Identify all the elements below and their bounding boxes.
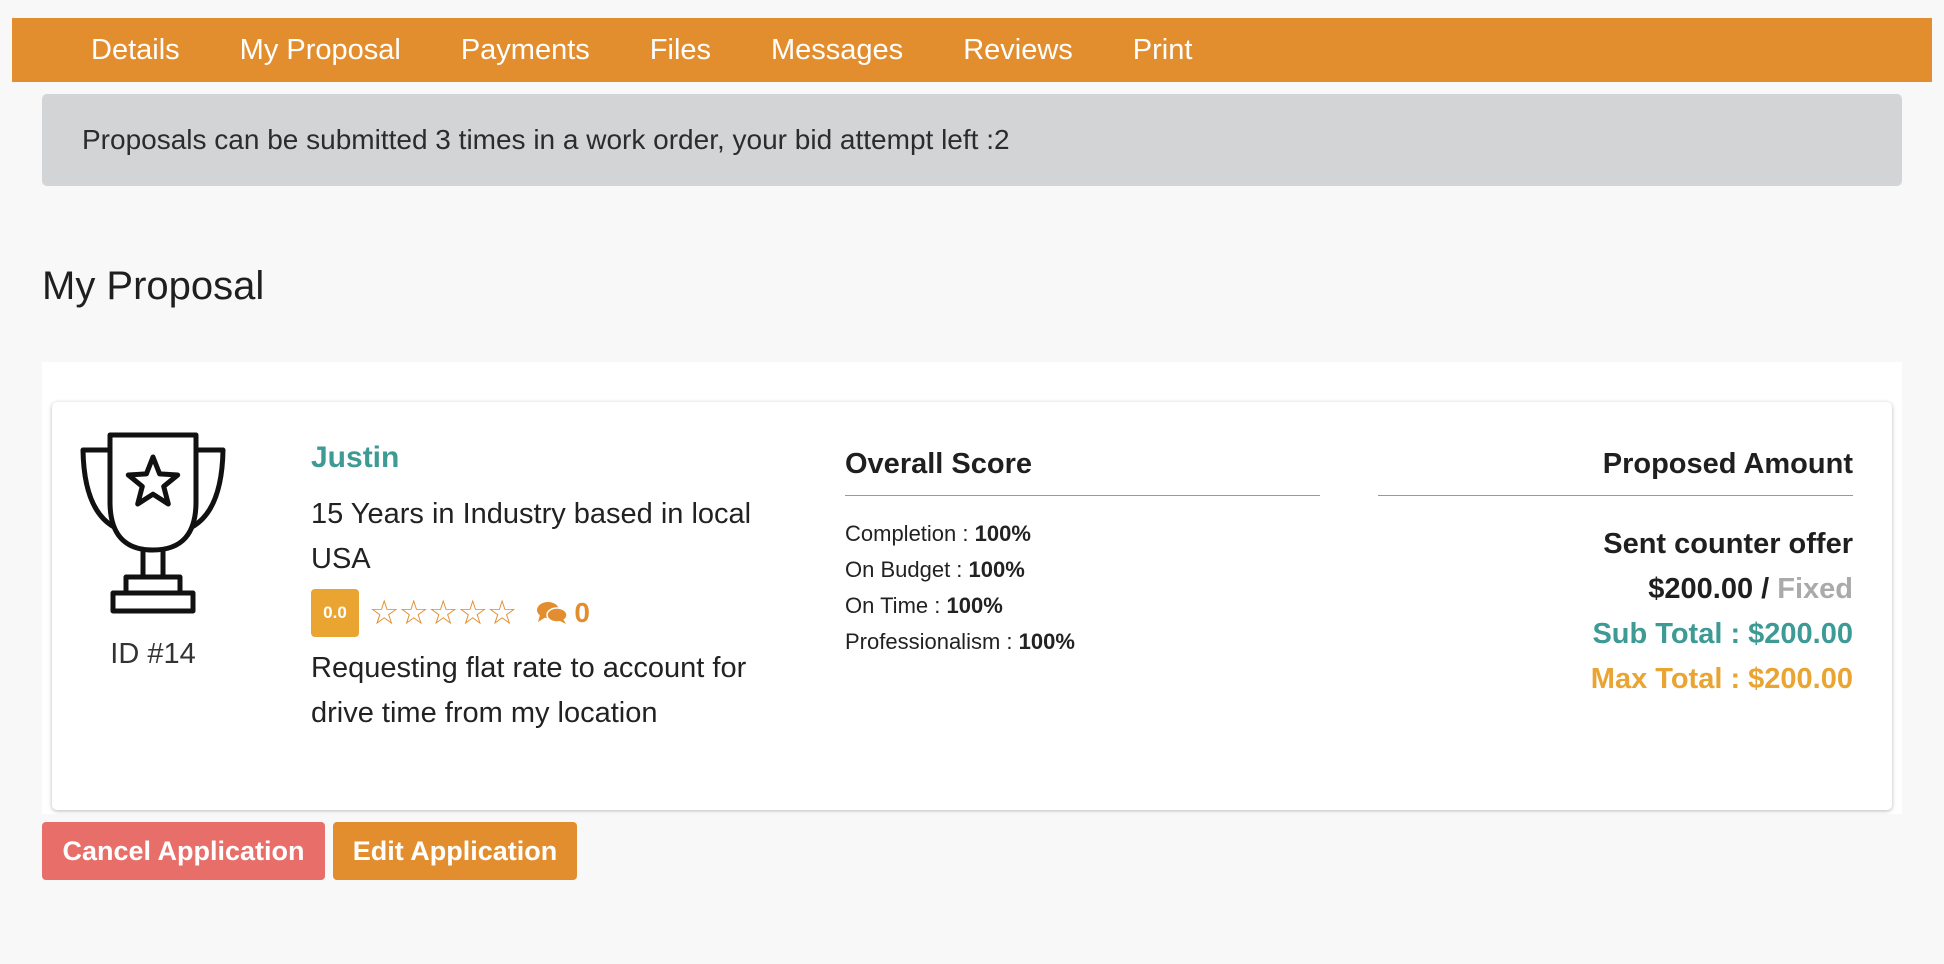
- tab-bar: Details My Proposal Payments Files Messa…: [12, 18, 1932, 82]
- tab-print[interactable]: Print: [1133, 34, 1193, 67]
- star-rating: ☆☆☆☆☆: [369, 594, 517, 632]
- overall-score-heading: Overall Score: [845, 448, 1320, 496]
- sub-total: Sub Total : $200.00: [1592, 618, 1853, 650]
- applicant-id: ID #14: [110, 638, 196, 670]
- applicant-bio: 15 Years in Industry based in local USA: [311, 498, 752, 575]
- applicant-name[interactable]: Justin: [311, 440, 791, 476]
- cancel-application-button[interactable]: Cancel Application: [42, 822, 325, 880]
- edit-application-button[interactable]: Edit Application: [333, 822, 577, 880]
- rating-row: 0.0 ☆☆☆☆☆ 0: [311, 588, 791, 638]
- tab-reviews[interactable]: Reviews: [963, 34, 1073, 67]
- proposal-card: ID #14 Justin 15 Years in Industry based…: [52, 402, 1892, 810]
- proposal-note: Requesting flat rate to account for driv…: [311, 652, 747, 729]
- trophy-icon: [80, 432, 226, 614]
- bid-attempts-notice: Proposals can be submitted 3 times in a …: [42, 94, 1902, 186]
- proposed-amount-heading: Proposed Amount: [1378, 448, 1853, 496]
- amount-details: Sent counter offer $200.00 / Fixed Sub T…: [1378, 522, 1853, 702]
- tab-my-proposal[interactable]: My Proposal: [240, 34, 401, 67]
- max-total: Max Total : $200.00: [1590, 663, 1853, 695]
- tab-payments[interactable]: Payments: [461, 34, 590, 67]
- score-on-budget: On Budget : 100%: [845, 557, 1025, 582]
- overall-score: Overall Score Completion : 100% On Budge…: [845, 448, 1320, 660]
- rating-badge: 0.0: [311, 589, 359, 637]
- proposed-amount: Proposed Amount Sent counter offer $200.…: [1378, 448, 1853, 702]
- score-professionalism: Professionalism : 100%: [845, 629, 1075, 654]
- page-title: My Proposal: [42, 264, 265, 308]
- score-on-time: On Time : 100%: [845, 593, 1003, 618]
- tab-messages[interactable]: Messages: [771, 34, 903, 67]
- notice-text: Proposals can be submitted 3 times in a …: [82, 124, 1010, 155]
- applicant-info: Justin 15 Years in Industry based in loc…: [311, 440, 791, 736]
- price-value: $200.00: [1648, 573, 1754, 605]
- price-type: Fixed: [1777, 573, 1853, 605]
- price-separator: /: [1753, 573, 1778, 605]
- price-line: $200.00 / Fixed: [1378, 567, 1853, 612]
- comment-count: 0: [574, 597, 590, 628]
- score-list: Completion : 100% On Budget : 100% On Ti…: [845, 516, 1320, 660]
- comments-icon[interactable]: [536, 601, 569, 625]
- offer-status: Sent counter offer: [1603, 528, 1853, 560]
- tab-files[interactable]: Files: [650, 34, 711, 67]
- score-completion: Completion : 100%: [845, 521, 1031, 546]
- tab-details[interactable]: Details: [91, 34, 180, 67]
